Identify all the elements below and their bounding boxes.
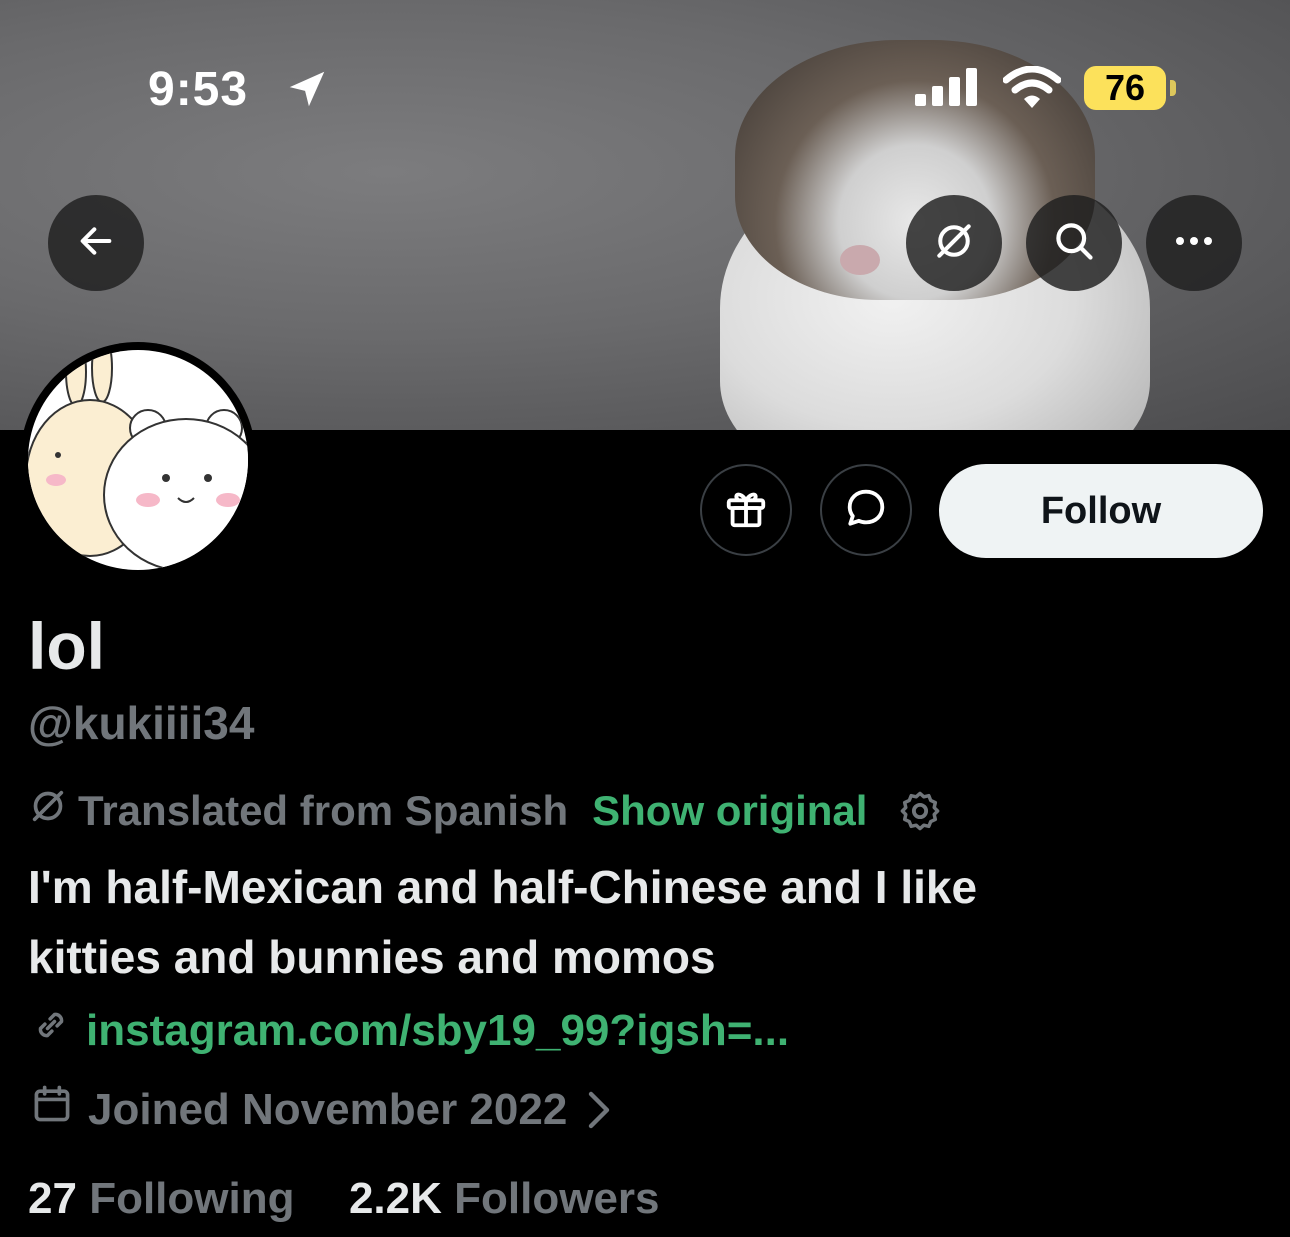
profile-link-text[interactable]: instagram.com/sby19_99?igsh=... <box>86 1006 789 1056</box>
banner-cat-nose <box>840 245 880 275</box>
battery-tip <box>1170 80 1176 96</box>
message-bubble-icon <box>843 485 889 536</box>
back-button[interactable] <box>48 195 144 291</box>
search-button[interactable] <box>1026 195 1122 291</box>
message-button[interactable] <box>820 464 912 556</box>
translation-row: Translated from Spanish Show original <box>28 786 943 836</box>
gift-button[interactable] <box>700 464 792 556</box>
more-icon <box>1172 234 1216 252</box>
avatar[interactable] <box>20 342 256 578</box>
bio-line-2: kitties and bunnies and momos <box>28 931 716 983</box>
following-count: 27 <box>28 1174 77 1223</box>
status-time: 9:53 <box>148 63 249 116</box>
more-button[interactable] <box>1146 195 1242 291</box>
wifi-icon <box>1002 65 1062 115</box>
cellular-signal-icon <box>915 68 981 113</box>
followers-stat[interactable]: 2.2K Followers <box>349 1174 660 1223</box>
translate-small-icon <box>28 786 68 836</box>
link-icon <box>30 1004 72 1057</box>
location-arrow-icon <box>284 66 330 117</box>
handle: @kukiiii34 <box>28 697 255 749</box>
bio-line-1: I'm half-Mexican and half-Chinese and I … <box>28 861 978 913</box>
follow-stats: 27 Following 2.2K Followers <box>28 1174 660 1224</box>
search-icon <box>1052 219 1096 268</box>
status-bar: 9:53 76 <box>0 58 1290 118</box>
profile-link[interactable]: instagram.com/sby19_99?igsh=... <box>30 1004 789 1057</box>
display-name: lol <box>28 609 105 683</box>
translated-label: Translated from Spanish <box>78 787 569 834</box>
gift-icon <box>723 485 769 536</box>
avatar-image <box>28 350 248 570</box>
following-label: Following <box>89 1174 295 1223</box>
following-stat[interactable]: 27 Following <box>28 1174 307 1223</box>
translate-button[interactable] <box>906 195 1002 291</box>
followers-label: Followers <box>454 1174 660 1223</box>
gear-icon[interactable] <box>897 788 943 834</box>
bio: I'm half-Mexican and half-Chinese and I … <box>28 852 1208 992</box>
joined-date: Joined November 2022 <box>88 1084 568 1134</box>
show-original-link[interactable]: Show original <box>592 787 867 835</box>
battery-indicator: 76 <box>1084 66 1166 110</box>
chevron-right-icon <box>587 1090 611 1130</box>
translate-icon <box>932 219 976 268</box>
joined-row[interactable]: Joined November 2022 <box>30 1082 611 1137</box>
followers-count: 2.2K <box>348 1174 442 1223</box>
calendar-icon <box>30 1082 74 1137</box>
follow-button[interactable]: Follow <box>939 464 1263 558</box>
back-arrow-icon <box>76 221 116 266</box>
